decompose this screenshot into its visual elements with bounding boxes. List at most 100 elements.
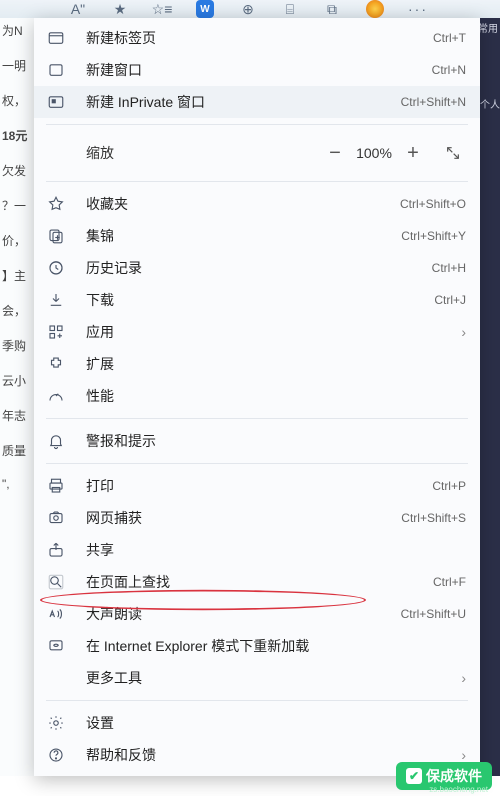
menu-ie-mode[interactable]: 在 Internet Explorer 模式下重新加载 [34, 630, 480, 662]
menu-share[interactable]: 共享 [34, 534, 480, 566]
menu-label: 历史记录 [86, 258, 432, 278]
menu-label: 设置 [86, 713, 466, 733]
zoom-label: 缩放 [86, 143, 320, 163]
menu-label: 警报和提示 [86, 431, 466, 451]
menu-more-tools[interactable]: 更多工具 › [34, 662, 480, 694]
watermark-text: 保成软件 [426, 766, 482, 786]
menu-label: 网页捕获 [86, 508, 401, 528]
menu-shortcut: Ctrl+H [432, 261, 466, 275]
menu-label: 在页面上查找 [86, 572, 433, 592]
capture-icon [46, 508, 66, 528]
watermark-url: zs.baocheng.net [429, 785, 488, 794]
menu-label: 性能 [86, 386, 466, 406]
apps-icon [46, 322, 66, 342]
help-icon [46, 745, 66, 765]
inprivate-icon [46, 92, 66, 112]
shield-icon: ✔ [406, 768, 422, 784]
menu-shortcut: Ctrl+J [434, 293, 466, 307]
ie-mode-icon [46, 636, 66, 656]
browser-sidebar[interactable] [480, 18, 500, 776]
zoom-in-button[interactable]: + [398, 138, 428, 168]
menu-label: 新建标签页 [86, 28, 433, 48]
favorite-star-icon[interactable]: ★ [112, 1, 128, 17]
menu-label: 应用 [86, 322, 455, 342]
bell-icon [46, 431, 66, 451]
settings-menu: 新建标签页 Ctrl+T 新建窗口 Ctrl+N 新建 InPrivate 窗口… [34, 18, 480, 776]
menu-separator [46, 124, 468, 125]
menu-label: 共享 [86, 540, 466, 560]
menu-find[interactable]: 在页面上查找 Ctrl+F [34, 566, 480, 598]
menu-separator [46, 700, 468, 701]
search-icon [46, 572, 66, 592]
collections-toolbar-icon[interactable]: ⊕ [240, 1, 256, 17]
collections-icon [46, 226, 66, 246]
menu-label: 新建 InPrivate 窗口 [86, 92, 401, 112]
new-tab-icon [46, 28, 66, 48]
menu-label: 下载 [86, 290, 434, 310]
font-size-button[interactable]: A" [70, 1, 86, 17]
browser-toolbar: A" ★ ☆≡ W ⊕ ⌸ ⧉ ··· [0, 0, 500, 18]
menu-label: 打印 [86, 476, 432, 496]
performance-icon [46, 386, 66, 406]
menu-label: 大声朗读 [86, 604, 401, 624]
history-icon [46, 258, 66, 278]
favorites-bar-icon[interactable]: ☆≡ [154, 1, 170, 17]
chevron-right-icon: › [461, 670, 466, 686]
menu-zoom: 缩放 − 100% + [34, 131, 480, 175]
menu-label: 扩展 [86, 354, 466, 374]
extensions-icon [46, 354, 66, 374]
more-menu-button[interactable]: ··· [410, 1, 426, 17]
menu-shortcut: Ctrl+T [433, 31, 466, 45]
share-icon [46, 540, 66, 560]
menu-shortcut: Ctrl+N [432, 63, 466, 77]
menu-label: 在 Internet Explorer 模式下重新加载 [86, 636, 466, 656]
menu-shortcut: Ctrl+F [433, 575, 466, 589]
profile-avatar[interactable] [366, 0, 384, 18]
menu-new-window[interactable]: 新建窗口 Ctrl+N [34, 54, 480, 86]
menu-label: 集锦 [86, 226, 401, 246]
menu-separator [46, 181, 468, 182]
menu-new-inprivate[interactable]: 新建 InPrivate 窗口 Ctrl+Shift+N [34, 86, 480, 118]
new-window-icon [46, 60, 66, 80]
chevron-right-icon: › [461, 324, 466, 340]
menu-shortcut: Ctrl+P [432, 479, 466, 493]
zoom-out-button[interactable]: − [320, 138, 350, 168]
print-icon [46, 476, 66, 496]
menu-label: 新建窗口 [86, 60, 432, 80]
star-icon [46, 194, 66, 214]
menu-history[interactable]: 历史记录 Ctrl+H [34, 252, 480, 284]
fullscreen-button[interactable] [438, 138, 468, 168]
menu-label: 收藏夹 [86, 194, 400, 214]
menu-print[interactable]: 打印 Ctrl+P [34, 470, 480, 502]
read-aloud-icon [46, 604, 66, 624]
menu-downloads[interactable]: 下载 Ctrl+J [34, 284, 480, 316]
menu-alerts[interactable]: 警报和提示 [34, 425, 480, 457]
menu-collections[interactable]: 集锦 Ctrl+Shift+Y [34, 220, 480, 252]
menu-apps[interactable]: 应用 › [34, 316, 480, 348]
page-content-sliver: 为N一明 权， 18元欠发 ？一价， 】主会， 季购云小 年志质量 ", [0, 18, 34, 776]
sidebar-label-personal: 个人 [480, 96, 500, 111]
menu-new-tab[interactable]: 新建标签页 Ctrl+T [34, 22, 480, 54]
menu-settings[interactable]: 设置 [34, 707, 480, 739]
menu-shortcut: Ctrl+Shift+S [401, 511, 466, 525]
menu-shortcut: Ctrl+Shift+Y [401, 229, 466, 243]
gear-icon [46, 713, 66, 733]
app-tile-icon[interactable]: W [196, 0, 214, 18]
sidebar-label-common: 常用 [478, 20, 498, 35]
chevron-right-icon: › [461, 747, 466, 763]
menu-shortcut: Ctrl+Shift+N [401, 95, 466, 109]
menu-separator [46, 463, 468, 464]
menu-label: 更多工具 [86, 668, 455, 688]
zoom-percent: 100% [350, 145, 398, 161]
extensions-toolbar-icon[interactable]: ⌸ [282, 1, 298, 17]
menu-web-capture[interactable]: 网页捕获 Ctrl+Shift+S [34, 502, 480, 534]
menu-shortcut: Ctrl+Shift+U [401, 607, 466, 621]
menu-favorites[interactable]: 收藏夹 Ctrl+Shift+O [34, 188, 480, 220]
menu-read-aloud[interactable]: 大声朗读 Ctrl+Shift+U [34, 598, 480, 630]
performance-toolbar-icon[interactable]: ⧉ [324, 1, 340, 17]
menu-performance[interactable]: 性能 [34, 380, 480, 412]
menu-extensions[interactable]: 扩展 [34, 348, 480, 380]
download-icon [46, 290, 66, 310]
menu-separator [46, 418, 468, 419]
menu-shortcut: Ctrl+Shift+O [400, 197, 466, 211]
